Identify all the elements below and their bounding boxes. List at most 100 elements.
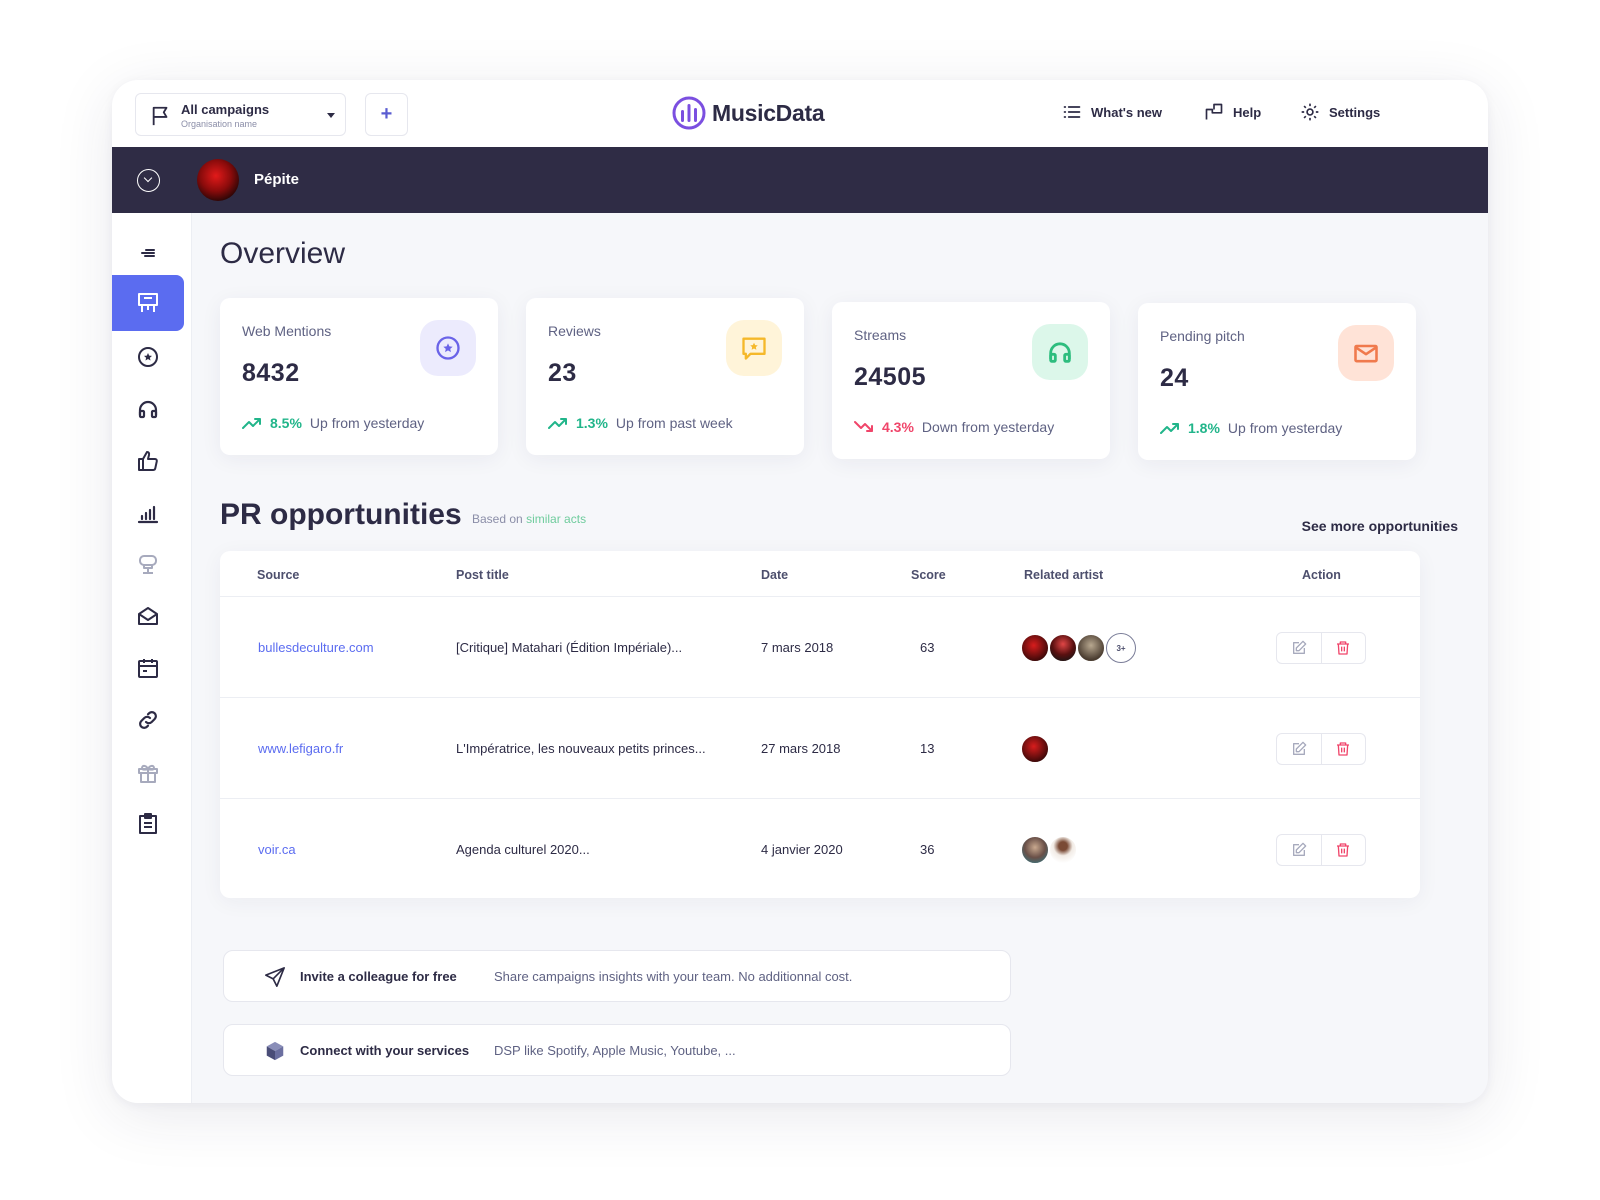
- column-header-date[interactable]: Date: [761, 568, 788, 582]
- clipboard-icon: [139, 813, 157, 834]
- trend-up-icon: [548, 418, 567, 429]
- pr-opportunities-table: Source Post title Date Score Related art…: [220, 551, 1420, 898]
- sidebar-item-reports[interactable]: [112, 804, 184, 844]
- post-score: 13: [920, 741, 935, 756]
- stat-card-pending-pitch[interactable]: Pending pitch 24 1.8% Up from yesterday: [1138, 303, 1416, 460]
- similar-acts-link[interactable]: similar acts: [526, 512, 586, 526]
- stat-card-web-mentions[interactable]: Web Mentions 8432 8.5% Up from yesterday: [220, 298, 498, 455]
- stat-trend-percent: 4.3%: [882, 419, 914, 435]
- stat-trend: 1.3% Up from past week: [548, 415, 733, 431]
- sidebar-item-rewards[interactable]: [112, 753, 184, 793]
- column-header-score[interactable]: Score: [911, 568, 946, 582]
- settings-link[interactable]: Settings: [1300, 102, 1380, 122]
- stat-icon-badge: [726, 320, 782, 376]
- delete-button[interactable]: [1320, 633, 1365, 663]
- stat-value: 24505: [854, 363, 927, 391]
- table-row[interactable]: voir.ca Agenda culturel 2020... 4 janvie…: [220, 799, 1420, 900]
- campaign-title: All campaigns: [181, 102, 270, 117]
- stat-trend-percent: 1.8%: [1188, 420, 1220, 436]
- more-artists-badge[interactable]: 3+: [1106, 633, 1136, 663]
- artist-bar: Pépite: [112, 147, 1488, 213]
- list-icon: [1063, 106, 1081, 118]
- add-campaign-button[interactable]: +: [365, 93, 408, 136]
- whats-new-label: What's new: [1091, 104, 1162, 120]
- artist-name: Pépite: [254, 171, 300, 188]
- help-link[interactable]: Help: [1204, 102, 1261, 122]
- sidebar: [112, 213, 192, 1103]
- stat-card-streams[interactable]: Streams 24505 4.3% Down from yesterday: [832, 302, 1110, 459]
- trash-icon: [1337, 641, 1350, 655]
- source-link[interactable]: bullesdeculture.com: [258, 640, 374, 655]
- campaign-selector[interactable]: All campaigns Organisation name: [135, 93, 346, 136]
- logo-icon: [672, 96, 706, 130]
- mail-open-icon: [138, 607, 158, 625]
- stat-trend-percent: 1.3%: [576, 415, 608, 431]
- banner-title: Connect with your services: [300, 1043, 470, 1058]
- help-icon: [1205, 103, 1223, 120]
- artist-avatar: [197, 159, 239, 201]
- stat-value: 8432: [242, 359, 300, 387]
- delete-button[interactable]: [1320, 734, 1365, 764]
- edit-button[interactable]: [1277, 835, 1321, 865]
- thumbs-up-icon: [138, 451, 158, 471]
- sidebar-item-mentions[interactable]: [112, 337, 184, 377]
- bar-chart-icon: [137, 505, 159, 524]
- sidebar-menu-toggle[interactable]: [112, 233, 184, 273]
- invite-colleague-banner[interactable]: Invite a colleague for free Share campai…: [223, 950, 1011, 1002]
- whats-new-link[interactable]: What's new: [1062, 102, 1162, 122]
- sidebar-item-calendar[interactable]: [112, 648, 184, 688]
- post-title[interactable]: L'Impératrice, les nouveaux petits princ…: [456, 741, 706, 756]
- star-circle-icon: [436, 336, 460, 360]
- help-label: Help: [1233, 104, 1262, 120]
- artist-avatar[interactable]: [1020, 734, 1050, 764]
- stat-icon-badge: [420, 320, 476, 376]
- post-title[interactable]: [Critique] Matahari (Édition Impériale).…: [456, 640, 682, 655]
- stat-card-reviews[interactable]: Reviews 23 1.3% Up from past week: [526, 298, 804, 455]
- source-link[interactable]: www.lefigaro.fr: [258, 741, 343, 756]
- stat-trend: 4.3% Down from yesterday: [854, 419, 1054, 435]
- artist-avatar[interactable]: [1076, 633, 1106, 663]
- row-actions: [1276, 733, 1366, 765]
- trash-icon: [1337, 843, 1350, 857]
- column-header-source[interactable]: Source: [257, 568, 299, 582]
- artist-switch-icon[interactable]: [137, 169, 160, 192]
- artist-avatar[interactable]: [1020, 835, 1050, 865]
- stat-value: 24: [1160, 364, 1189, 392]
- edit-button[interactable]: [1277, 633, 1321, 663]
- banner-title: Invite a colleague for free: [300, 969, 457, 984]
- artist-avatar[interactable]: [1048, 633, 1078, 663]
- organisation-name: Organisation name: [181, 119, 258, 129]
- trend-up-icon: [242, 418, 261, 429]
- gift-icon: [138, 764, 158, 783]
- connect-services-banner[interactable]: Connect with your services DSP like Spot…: [223, 1024, 1011, 1076]
- post-title[interactable]: Agenda culturel 2020...: [456, 842, 590, 857]
- logo[interactable]: MusicData: [672, 94, 825, 132]
- artist-avatar[interactable]: [1020, 633, 1050, 663]
- edit-button[interactable]: [1277, 734, 1321, 764]
- headphones-icon: [1049, 342, 1071, 363]
- row-actions: [1276, 834, 1366, 866]
- stat-label: Pending pitch: [1160, 328, 1245, 344]
- sidebar-item-links[interactable]: [112, 700, 184, 740]
- headphones-icon: [138, 400, 158, 419]
- edit-icon: [1292, 842, 1307, 856]
- sidebar-item-overview[interactable]: [112, 275, 184, 331]
- gear-icon: [1301, 103, 1319, 121]
- sidebar-item-analytics[interactable]: [112, 493, 184, 533]
- table-row[interactable]: bullesdeculture.com [Critique] Matahari …: [220, 597, 1420, 698]
- edit-icon: [1292, 640, 1307, 654]
- see-more-opportunities-link[interactable]: See more opportunities: [1302, 518, 1458, 534]
- sidebar-item-pitch[interactable]: [112, 596, 184, 636]
- send-icon: [265, 967, 285, 987]
- source-link[interactable]: voir.ca: [258, 842, 296, 857]
- sidebar-item-community[interactable]: [112, 545, 184, 585]
- column-header-post-title[interactable]: Post title: [456, 568, 509, 582]
- artist-avatar[interactable]: [1048, 835, 1078, 865]
- post-score: 36: [920, 842, 935, 857]
- table-row[interactable]: www.lefigaro.fr L'Impératrice, les nouve…: [220, 698, 1420, 799]
- sidebar-item-reviews[interactable]: [112, 441, 184, 481]
- delete-button[interactable]: [1320, 835, 1365, 865]
- mail-icon: [1354, 344, 1378, 363]
- sidebar-item-streams[interactable]: [112, 389, 184, 429]
- table-header: Source Post title Date Score Related art…: [220, 551, 1420, 597]
